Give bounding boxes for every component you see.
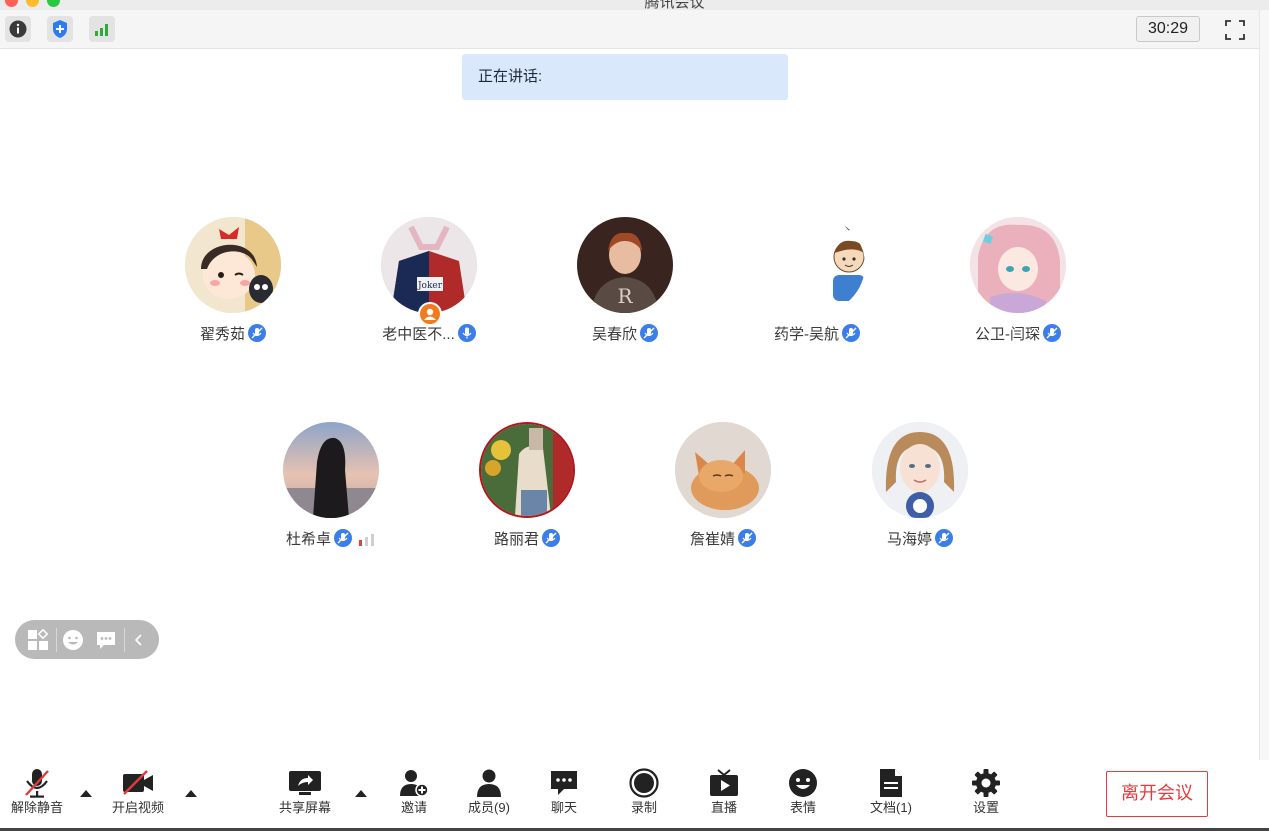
- weak-signal-icon: [359, 534, 374, 546]
- participant-tile[interactable]: 公卫-闫琛: [938, 217, 1098, 357]
- record-icon: [629, 768, 659, 798]
- participant-name: 马海婷: [840, 528, 1000, 549]
- meeting-timer: 30:29: [1136, 16, 1200, 42]
- avatar: [185, 217, 281, 313]
- avatar: R: [577, 217, 673, 313]
- chat-button[interactable]: 聊天: [529, 766, 599, 822]
- participant-tile[interactable]: 翟秀茹: [153, 217, 313, 357]
- mic-muted-icon: [1043, 324, 1061, 342]
- video-options-caret-icon[interactable]: [183, 787, 199, 799]
- mic-on-icon: [457, 324, 476, 342]
- top-toolbar: 30:29: [0, 10, 1259, 49]
- mic-muted-icon: [334, 529, 352, 547]
- participant-name: 药学-吴航: [737, 323, 897, 344]
- shield-icon: [53, 20, 67, 38]
- gear-icon: [972, 769, 1000, 797]
- camera-off-icon: [123, 770, 153, 795]
- chat-button[interactable]: [94, 628, 118, 652]
- members-icon: [477, 769, 501, 797]
- mic-muted-icon: [842, 324, 860, 342]
- reactions-button[interactable]: 表情: [768, 766, 838, 822]
- leave-meeting-button[interactable]: 离开会议: [1106, 771, 1208, 817]
- chat-bubble-icon: [551, 771, 577, 795]
- mic-muted-icon: [640, 324, 658, 342]
- avatar: [479, 422, 575, 518]
- info-button[interactable]: [5, 16, 31, 42]
- participant-tile[interactable]: 马海婷: [840, 422, 1000, 562]
- invite-button[interactable]: 邀请: [379, 766, 449, 822]
- document-icon: [880, 769, 902, 797]
- title-bar: 腾讯会议: [0, 0, 1269, 10]
- mic-muted-icon: [738, 529, 756, 547]
- emoji-icon: [789, 769, 817, 797]
- live-button[interactable]: 直播: [689, 766, 759, 822]
- window-title: 腾讯会议: [644, 0, 705, 10]
- participant-name: 老中医不...: [349, 323, 509, 344]
- info-icon: [9, 20, 27, 38]
- collapse-toolbar-button[interactable]: [127, 628, 151, 652]
- participant-tile[interactable]: 杜希卓: [251, 422, 411, 562]
- window-edge: [1259, 10, 1269, 760]
- mic-muted-icon: [248, 324, 266, 342]
- svg-text:Joker: Joker: [417, 281, 443, 291]
- participant-tile[interactable]: 詹崔婧: [643, 422, 803, 562]
- participant-name: 詹崔婧: [643, 528, 803, 549]
- mic-muted-icon: [542, 529, 560, 547]
- divider: [56, 628, 57, 652]
- participant-tile[interactable]: 药学-吴航: [737, 217, 897, 357]
- start-video-button[interactable]: 开启视频: [103, 766, 173, 822]
- members-button[interactable]: 成员(9): [454, 766, 524, 822]
- participant-name: 路丽君: [447, 528, 607, 549]
- mic-muted-icon: [25, 769, 49, 798]
- settings-button[interactable]: 设置: [951, 766, 1021, 822]
- divider: [124, 628, 125, 652]
- avatar: [675, 422, 771, 518]
- participant-name: 杜希卓: [251, 528, 411, 549]
- fullscreen-button[interactable]: [1223, 18, 1247, 42]
- signal-icon: [95, 24, 108, 36]
- record-button[interactable]: 录制: [609, 766, 679, 822]
- network-status-button[interactable]: [89, 16, 115, 42]
- participant-tile[interactable]: Joker 老中医不...: [349, 217, 509, 357]
- chat-bubble-icon: [97, 632, 115, 649]
- emoji-icon: [63, 630, 83, 650]
- live-tv-icon: [710, 769, 738, 796]
- avatar: Joker: [381, 217, 477, 313]
- avatar: [283, 422, 379, 518]
- floating-toolbar: [15, 620, 159, 659]
- participant-tile[interactable]: 路丽君: [447, 422, 607, 562]
- avatar: [769, 217, 865, 313]
- layout-button[interactable]: [26, 628, 50, 652]
- participant-name: 公卫-闫琛: [938, 323, 1098, 344]
- bottom-toolbar: 解除静音 开启视频 共享屏幕 邀请 成员(9) 聊天 录制 直播 表情 文档(1…: [0, 760, 1269, 831]
- fullscreen-icon: [1225, 20, 1245, 40]
- speaking-indicator: 正在讲话:: [462, 54, 788, 100]
- collapse-icon: [134, 634, 142, 646]
- avatar: [872, 422, 968, 518]
- participant-name: 翟秀茹: [153, 323, 313, 344]
- audio-options-caret-icon[interactable]: [78, 787, 94, 799]
- participant-name: 吴春欣: [545, 323, 705, 344]
- documents-button[interactable]: 文档(1): [856, 766, 926, 822]
- emoji-button[interactable]: [61, 628, 85, 652]
- participant-tile[interactable]: R 吴春欣: [545, 217, 705, 357]
- share-screen-button[interactable]: 共享屏幕: [270, 766, 340, 822]
- add-user-icon: [400, 770, 429, 797]
- avatar: [970, 217, 1066, 313]
- share-screen-icon: [289, 771, 321, 795]
- security-button[interactable]: [47, 16, 73, 42]
- mic-muted-icon: [935, 529, 953, 547]
- share-options-caret-icon[interactable]: [353, 787, 369, 799]
- layout-icon: [28, 628, 49, 650]
- unmute-button[interactable]: 解除静音: [2, 766, 72, 822]
- svg-text:R: R: [617, 284, 633, 308]
